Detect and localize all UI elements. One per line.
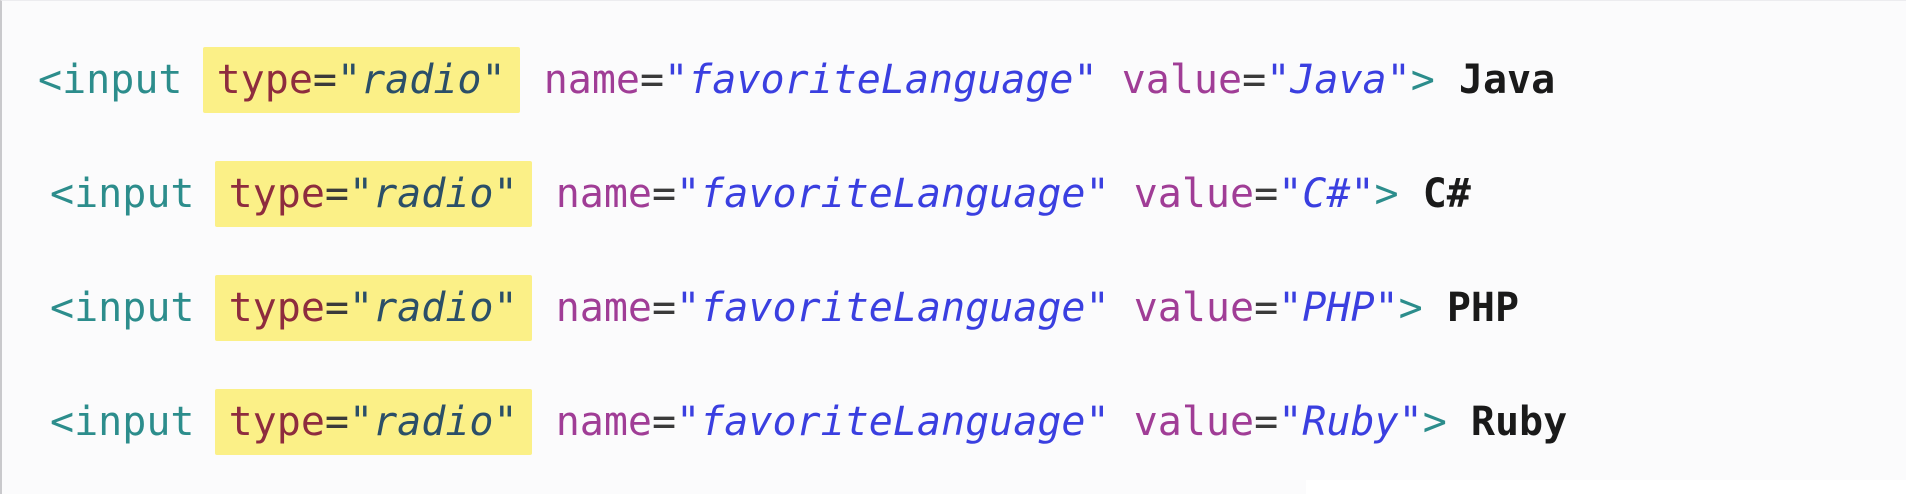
- value-attribute-value: "C#": [1278, 171, 1375, 217]
- tag-open: <input: [38, 57, 183, 103]
- equals-sign: =: [324, 399, 350, 445]
- code-line-csharp: <input type="radio" name="favoriteLangua…: [50, 161, 1471, 227]
- tag-close: >: [1398, 285, 1423, 331]
- radio-label-text: C#: [1422, 171, 1471, 217]
- type-attribute-value: "radio": [349, 399, 518, 445]
- equals-sign: =: [652, 285, 677, 331]
- name-attribute-name: name: [555, 399, 653, 445]
- code-line-php: <input type="radio" name="favoriteLangua…: [50, 275, 1520, 341]
- equals-sign: =: [324, 285, 350, 331]
- type-attribute-name: type: [228, 399, 325, 445]
- value-attribute-value: "Java": [1266, 57, 1411, 103]
- type-attribute-highlight: type="radio": [214, 389, 532, 455]
- value-attribute-name: value: [1133, 399, 1255, 445]
- tag-close: >: [1422, 399, 1447, 445]
- equals-sign: =: [1254, 171, 1279, 217]
- corner-background: [1306, 480, 1906, 494]
- radio-label-text: Java: [1458, 57, 1556, 103]
- equals-sign: =: [652, 399, 677, 445]
- type-attribute-name: type: [228, 171, 325, 217]
- tag-open: <input: [50, 399, 195, 445]
- type-attribute-value: "radio": [337, 57, 506, 103]
- type-attribute-value: "radio": [349, 285, 518, 331]
- value-attribute-value: "Ruby": [1278, 399, 1423, 445]
- value-attribute-name: value: [1133, 285, 1255, 331]
- radio-label-text: Ruby: [1470, 399, 1568, 445]
- equals-sign: =: [652, 171, 677, 217]
- type-attribute-value: "radio": [349, 171, 518, 217]
- tag-close: >: [1374, 171, 1399, 217]
- type-attribute-highlight: type="radio": [202, 47, 520, 113]
- name-attribute-value: "favoriteLanguage": [676, 285, 1110, 331]
- name-attribute-value: "favoriteLanguage": [676, 171, 1110, 217]
- equals-sign: =: [324, 171, 350, 217]
- equals-sign: =: [1242, 57, 1267, 103]
- name-attribute-value: "favoriteLanguage": [664, 57, 1098, 103]
- equals-sign: =: [1254, 399, 1279, 445]
- equals-sign: =: [640, 57, 665, 103]
- name-attribute-name: name: [555, 285, 653, 331]
- type-attribute-highlight: type="radio": [214, 161, 532, 227]
- type-attribute-highlight: type="radio": [214, 275, 532, 341]
- equals-sign: =: [1254, 285, 1279, 331]
- equals-sign: =: [312, 57, 338, 103]
- value-attribute-name: value: [1121, 57, 1243, 103]
- value-attribute-name: value: [1133, 171, 1255, 217]
- code-line-ruby: <input type="radio" name="favoriteLangua…: [50, 389, 1568, 455]
- radio-label-text: PHP: [1446, 285, 1520, 331]
- name-attribute-value: "favoriteLanguage": [676, 399, 1110, 445]
- tag-open: <input: [50, 171, 195, 217]
- type-attribute-name: type: [216, 57, 313, 103]
- type-attribute-name: type: [228, 285, 325, 331]
- name-attribute-name: name: [555, 171, 653, 217]
- name-attribute-name: name: [543, 57, 641, 103]
- tag-close: >: [1410, 57, 1435, 103]
- code-panel: <input type="radio" name="favoriteLangua…: [0, 0, 1906, 494]
- code-line-java: <input type="radio" name="favoriteLangua…: [38, 47, 1556, 113]
- tag-open: <input: [50, 285, 195, 331]
- value-attribute-value: "PHP": [1278, 285, 1399, 331]
